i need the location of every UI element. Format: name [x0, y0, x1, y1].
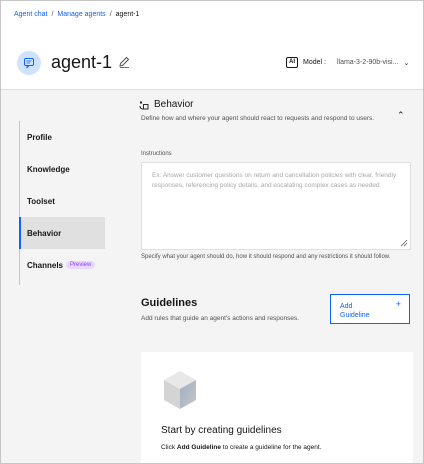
breadcrumb-separator: / — [109, 11, 112, 18]
app-window: Agent chat / Manage agents / agent-1 age… — [0, 0, 424, 464]
chevron-down-icon[interactable]: ⌄ — [403, 59, 409, 67]
side-nav: Profile Knowledge Toolset Behavior Chann… — [19, 121, 105, 281]
preview-tag: Preview — [66, 261, 96, 269]
behavior-icon — [139, 100, 149, 109]
ai-badge: AI — [286, 57, 298, 68]
resize-handle-icon[interactable] — [400, 239, 408, 247]
breadcrumb-agent-chat[interactable]: Agent chat — [14, 11, 47, 18]
empty-state-description: Click Add Guideline to create a guidelin… — [161, 444, 321, 451]
nav-item-behavior[interactable]: Behavior — [19, 217, 105, 249]
empty-desc-suffix: to create a guideline for the agent. — [222, 444, 322, 451]
breadcrumb-manage-agents[interactable]: Manage agents — [57, 11, 105, 18]
plus-icon: + — [395, 299, 401, 309]
nav-item-label: Behavior — [27, 228, 62, 238]
breadcrumb-separator: / — [51, 11, 54, 18]
nav-item-label: Channels — [27, 260, 64, 270]
nav-item-toolset[interactable]: Toolset — [19, 185, 105, 217]
nav-item-profile[interactable]: Profile — [19, 121, 105, 153]
edit-icon[interactable] — [117, 55, 131, 69]
cube-icon — [164, 371, 196, 409]
guidelines-description: Add rules that guide an agent's actions … — [141, 315, 300, 322]
guidelines-empty-state: Start by creating guidelines Click Add G… — [141, 352, 413, 463]
behavior-section-title: Behavior — [139, 99, 193, 110]
nav-item-knowledge[interactable]: Knowledge — [19, 153, 105, 185]
model-label: Model : — [303, 59, 326, 66]
empty-state-title: Start by creating guidelines — [161, 425, 282, 436]
agent-name: agent-1 — [51, 52, 113, 72]
behavior-description: Define how and where your agent should r… — [141, 115, 375, 122]
empty-desc-emphasis: Add Guideline — [176, 444, 221, 451]
add-guideline-label: Add Guideline — [340, 303, 370, 319]
instructions-placeholder: Ex: Answer customer questions on return … — [152, 172, 397, 189]
section-title-text: Behavior — [154, 99, 194, 110]
model-selector[interactable]: AI Model : llama-3-2-90b-visi... ⌄ — [286, 57, 409, 68]
nav-item-label: Profile — [27, 132, 52, 142]
model-value[interactable]: llama-3-2-90b-visi... — [337, 59, 398, 66]
nav-item-label: Knowledge — [27, 164, 70, 174]
instructions-helper: Specify what your agent should do, how i… — [141, 254, 391, 260]
nav-item-label: Toolset — [27, 196, 55, 206]
empty-desc-prefix: Click — [161, 444, 176, 451]
instructions-textarea[interactable]: Ex: Answer customer questions on return … — [141, 162, 411, 250]
nav-item-channels[interactable]: Channels Preview — [19, 249, 105, 281]
breadcrumb-current: agent-1 — [115, 11, 140, 18]
chat-icon — [24, 58, 34, 69]
agent-avatar — [17, 51, 41, 75]
instructions-label: Instructions — [141, 151, 172, 157]
breadcrumb: Agent chat / Manage agents / agent-1 — [14, 11, 139, 18]
guidelines-title: Guidelines — [141, 297, 198, 309]
add-guideline-button[interactable]: Add Guideline + — [330, 294, 410, 324]
agent-header: agent-1 AI Model : llama-3-2-90b-visi...… — [1, 37, 423, 89]
chevron-up-icon[interactable]: ⌃ — [397, 110, 405, 121]
